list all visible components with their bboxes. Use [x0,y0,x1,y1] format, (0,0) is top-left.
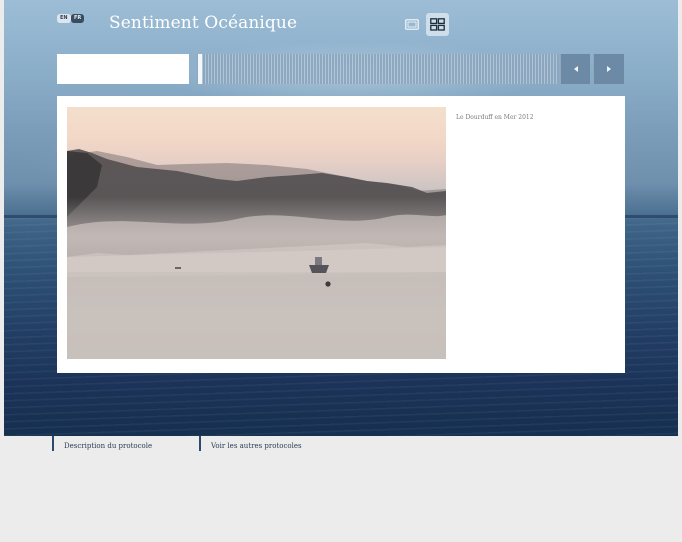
foggy-river-photo[interactable] [67,107,446,359]
search-input[interactable] [57,54,189,84]
lang-en-button[interactable]: EN [57,14,71,23]
timeline-handle[interactable] [198,54,202,84]
other-protocols-link[interactable]: Voir les autres protocoles [199,436,302,451]
grid-view-icon [430,18,445,31]
site-title[interactable]: Sentiment Océanique [109,13,297,33]
next-button[interactable] [593,54,624,84]
lang-fr-button[interactable]: FR [71,14,85,23]
single-view-button[interactable] [400,13,423,36]
photo-scene [67,149,446,359]
content-panel: Le Dourduff en Mer 2012 [57,96,625,373]
chevron-left-icon [573,66,578,72]
chevron-right-icon [607,66,611,72]
single-view-icon [404,19,419,30]
grid-view-button[interactable] [426,13,449,36]
photo-caption: Le Dourduff en Mer 2012 [456,114,534,121]
timeline-scrubber[interactable] [197,54,559,84]
protocol-description-link[interactable]: Description du protocole [52,436,152,451]
previous-button[interactable] [560,54,590,84]
